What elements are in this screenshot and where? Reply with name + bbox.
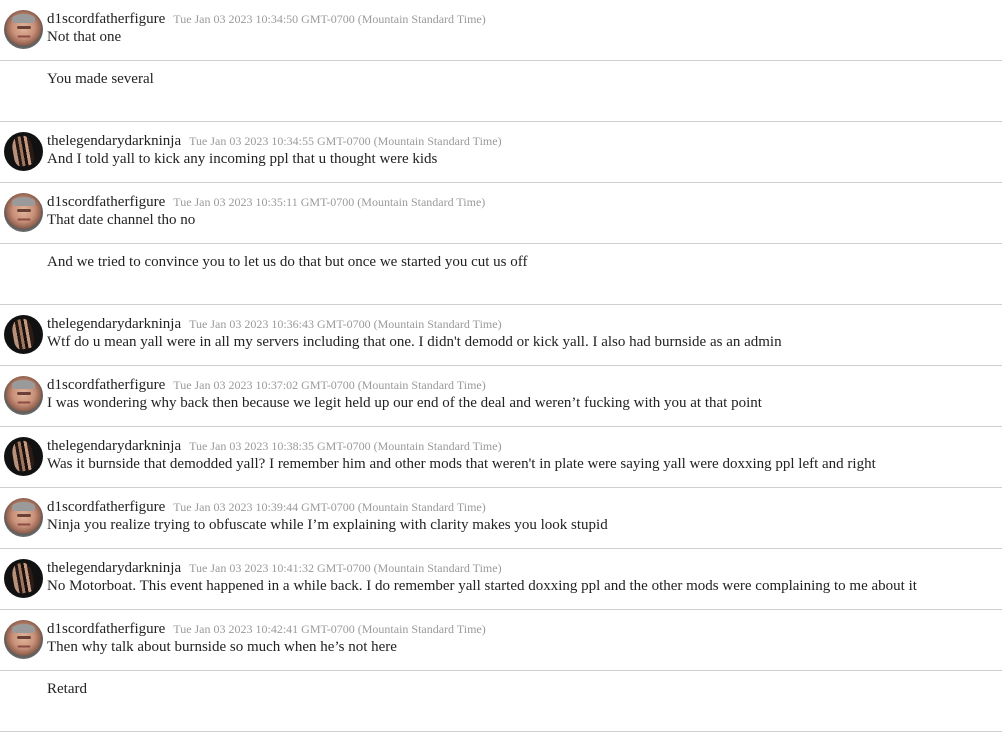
father-avatar[interactable] <box>4 193 43 232</box>
timestamp: Tue Jan 03 2023 10:34:55 GMT-0700 (Mount… <box>189 134 502 148</box>
ninja-avatar[interactable] <box>4 437 43 476</box>
author-name[interactable]: thelegendarydarkninja <box>47 316 181 332</box>
message-header: d1scordfatherfigure Tue Jan 03 2023 10:37… <box>47 376 486 394</box>
message-text: Wtf do u mean yall were in all my server… <box>47 334 782 350</box>
author-name[interactable]: d1scordfatherfigure <box>47 11 165 27</box>
message-continuation: And we tried to convince you to let us d… <box>0 244 1002 305</box>
message-header: thelegendarydarkninja Tue Jan 03 2023 10:… <box>47 132 502 150</box>
author-name[interactable]: thelegendarydarkninja <box>47 438 181 454</box>
message-text: Was it burnside that demodded yall? I re… <box>47 456 876 472</box>
ninja-avatar[interactable] <box>4 315 43 354</box>
message: thelegendarydarkninja Tue Jan 03 2023 10:… <box>0 427 1002 488</box>
author-name[interactable]: d1scordfatherfigure <box>47 621 165 637</box>
timestamp: Tue Jan 03 2023 10:39:44 GMT-0700 (Mount… <box>173 500 486 514</box>
message-header: d1scordfatherfigure Tue Jan 03 2023 10:34… <box>47 10 486 28</box>
author-name[interactable]: thelegendarydarkninja <box>47 133 181 149</box>
message-text: And I told yall to kick any incoming ppl… <box>47 151 438 167</box>
message: thelegendarydarkninja Tue Jan 03 2023 10:… <box>0 549 1002 610</box>
message-header: thelegendarydarkninja Tue Jan 03 2023 10:… <box>47 437 502 455</box>
message-text: Retard <box>47 681 87 697</box>
message-continuation: You made several <box>0 61 1002 122</box>
message-text: Then why talk about burnside so much whe… <box>47 639 397 655</box>
message-log: d1scordfatherfigure Tue Jan 03 2023 10:34… <box>0 0 1002 732</box>
message: thelegendarydarkninja Tue Jan 03 2023 10:… <box>0 122 1002 183</box>
message-text: And we tried to convince you to let us d… <box>47 254 528 270</box>
father-avatar[interactable] <box>4 10 43 49</box>
author-name[interactable]: d1scordfatherfigure <box>47 377 165 393</box>
message-text: I was wondering why back then because we… <box>47 395 762 411</box>
message-header: d1scordfatherfigure Tue Jan 03 2023 10:42… <box>47 620 486 638</box>
message-text: That date channel tho no <box>47 212 196 228</box>
timestamp: Tue Jan 03 2023 10:35:11 GMT-0700 (Mount… <box>173 195 486 209</box>
message-text: Ninja you realize trying to obfuscate wh… <box>47 517 608 533</box>
message-header: thelegendarydarkninja Tue Jan 03 2023 10:… <box>47 315 502 333</box>
message: d1scordfatherfigure Tue Jan 03 2023 10:37… <box>0 366 1002 427</box>
ninja-avatar[interactable] <box>4 132 43 171</box>
message: thelegendarydarkninja Tue Jan 03 2023 10:… <box>0 305 1002 366</box>
message-text: You made several <box>47 71 154 87</box>
message: d1scordfatherfigure Tue Jan 03 2023 10:35… <box>0 183 1002 244</box>
timestamp: Tue Jan 03 2023 10:42:41 GMT-0700 (Mount… <box>173 622 486 636</box>
message: d1scordfatherfigure Tue Jan 03 2023 10:42… <box>0 610 1002 671</box>
timestamp: Tue Jan 03 2023 10:37:02 GMT-0700 (Mount… <box>173 378 486 392</box>
message-text: No Motorboat. This event happened in a w… <box>47 578 917 594</box>
author-name[interactable]: d1scordfatherfigure <box>47 499 165 515</box>
father-avatar[interactable] <box>4 376 43 415</box>
father-avatar[interactable] <box>4 498 43 537</box>
message-header: thelegendarydarkninja Tue Jan 03 2023 10:… <box>47 559 502 577</box>
father-avatar[interactable] <box>4 620 43 659</box>
ninja-avatar[interactable] <box>4 559 43 598</box>
message-continuation: Retard <box>0 671 1002 732</box>
message: d1scordfatherfigure Tue Jan 03 2023 10:34… <box>0 0 1002 61</box>
timestamp: Tue Jan 03 2023 10:41:32 GMT-0700 (Mount… <box>189 561 502 575</box>
author-name[interactable]: thelegendarydarkninja <box>47 560 181 576</box>
message-text: Not that one <box>47 29 122 45</box>
author-name[interactable]: d1scordfatherfigure <box>47 194 165 210</box>
timestamp: Tue Jan 03 2023 10:38:35 GMT-0700 (Mount… <box>189 439 502 453</box>
message-header: d1scordfatherfigure Tue Jan 03 2023 10:35… <box>47 193 485 211</box>
timestamp: Tue Jan 03 2023 10:36:43 GMT-0700 (Mount… <box>189 317 502 331</box>
message: d1scordfatherfigure Tue Jan 03 2023 10:39… <box>0 488 1002 549</box>
timestamp: Tue Jan 03 2023 10:34:50 GMT-0700 (Mount… <box>173 12 486 26</box>
message-header: d1scordfatherfigure Tue Jan 03 2023 10:39… <box>47 498 486 516</box>
